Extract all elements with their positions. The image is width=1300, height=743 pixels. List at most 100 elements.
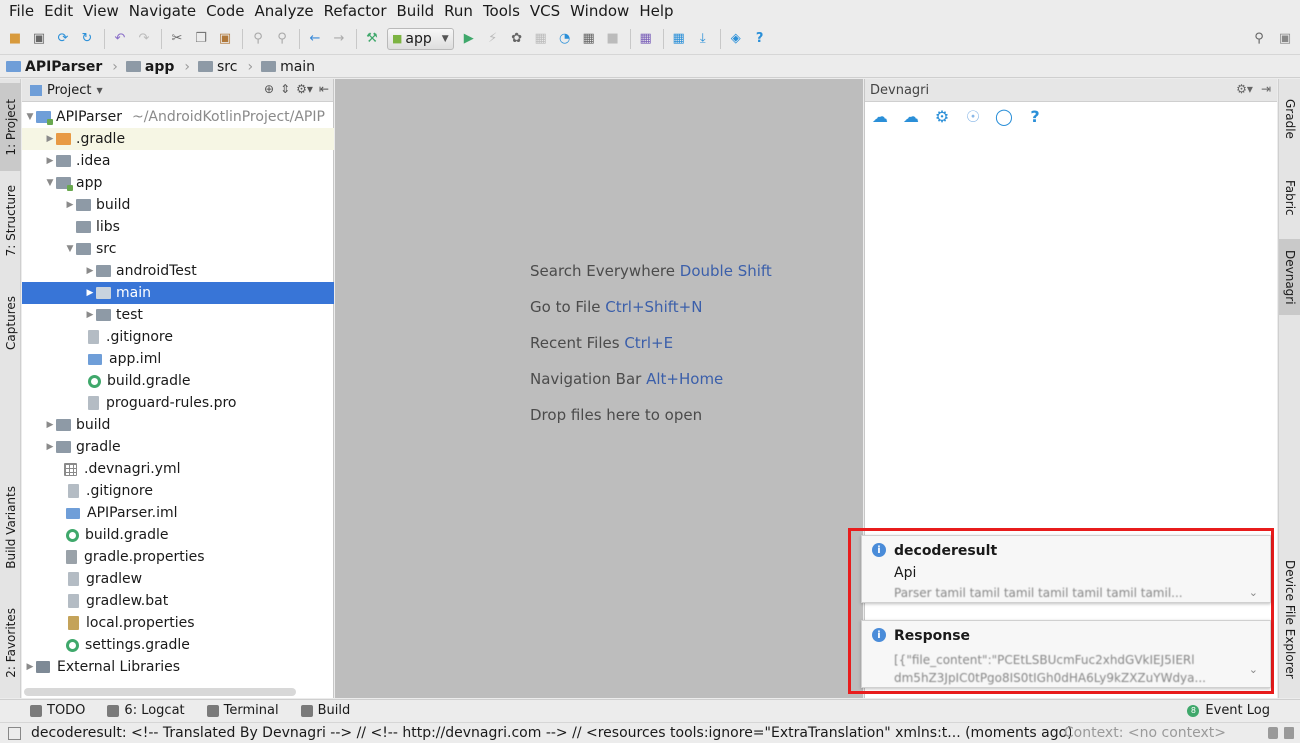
collapsed-arrow-icon[interactable]: ▶ [44,156,56,166]
tab-project[interactable]: 1: Project [0,83,21,171]
tree-node-gradlew[interactable]: gradlew [22,568,334,590]
tree-node-gradlew-bat[interactable]: gradlew.bat [22,590,334,612]
tree-node-app-build-gradle[interactable]: build.gradle [22,370,334,392]
copy-icon[interactable]: ❐ [192,30,210,48]
refresh-icon[interactable]: ↻ [78,30,96,48]
menu-help[interactable]: Help [634,1,678,21]
menu-edit[interactable]: Edit [39,1,78,21]
profile-icon[interactable]: ▦ [532,30,550,48]
back-icon[interactable]: ← [306,30,324,48]
avd-manager-icon[interactable]: ▦ [637,30,655,48]
tab-captures[interactable]: Captures [0,285,21,361]
tree-node-src[interactable]: ▼ src [22,238,334,260]
collapsed-arrow-icon[interactable]: ▶ [84,288,96,298]
tab-build[interactable]: Build [300,703,350,718]
find-icon[interactable]: ⚲ [249,30,267,48]
help-icon[interactable]: ? [751,30,769,48]
menu-view[interactable]: View [78,1,124,21]
tree-node-app-iml[interactable]: app.iml [22,348,334,370]
menu-file[interactable]: File [4,1,39,21]
tree-node-idea[interactable]: ▶ .idea [22,150,334,172]
sync-icon[interactable]: ◯ [995,107,1013,126]
tree-node-gradle-dir[interactable]: ▶ .gradle [22,128,334,150]
collapsed-arrow-icon[interactable]: ▶ [44,420,56,430]
breadcrumb-src[interactable]: src [198,59,237,75]
chevron-down-icon[interactable]: ⌄ [1249,586,1258,599]
menu-run[interactable]: Run [439,1,478,21]
collapsed-arrow-icon[interactable]: ▶ [44,442,56,452]
event-log-button[interactable]: 8 Event Log [1187,703,1270,718]
collapsed-arrow-icon[interactable]: ▶ [84,310,96,320]
tree-node-build-gradle[interactable]: build.gradle [22,524,334,546]
tree-node-apiparser[interactable]: ▼ APIParser ~/AndroidKotlinProject/APIP [22,106,334,128]
editor-area[interactable]: Search Everywhere Double Shift Go to Fil… [335,79,863,698]
save-icon[interactable]: ▣ [30,30,48,48]
tree-node-androidtest[interactable]: ▶ androidTest [22,260,334,282]
tree-node-app-gitignore[interactable]: .gitignore [22,326,334,348]
collapse-icon[interactable]: ⇕ [280,82,290,96]
menu-vcs[interactable]: VCS [525,1,565,21]
hide-panel-icon[interactable]: ⇥ [1261,82,1271,96]
gear-icon[interactable]: ⚙▾ [296,82,313,96]
paste-icon[interactable]: ▣ [216,30,234,48]
tree-node-main[interactable]: ▶ main [22,282,334,304]
tab-fabric[interactable]: Fabric [1279,165,1300,231]
expand-arrow-icon[interactable]: ▼ [44,178,56,188]
make-project-icon[interactable]: ⚒ [363,30,381,48]
tree-node-app[interactable]: ▼ app [22,172,334,194]
download-cloud-icon[interactable]: ☁ [902,107,920,126]
expand-arrow-icon[interactable]: ▼ [24,112,36,122]
open-folder-icon[interactable]: ■ [6,30,24,48]
menu-navigate[interactable]: Navigate [124,1,201,21]
tree-node-app-build[interactable]: ▶ build [22,194,334,216]
tree-node-test[interactable]: ▶ test [22,304,334,326]
tree-node-local-properties[interactable]: local.properties [22,612,334,634]
attach-debugger-icon[interactable]: ▦ [580,30,598,48]
tree-node-build[interactable]: ▶ build [22,414,334,436]
run-icon[interactable]: ▶ [460,30,478,48]
tree-node-proguard[interactable]: proguard-rules.pro [22,392,334,414]
replace-icon[interactable]: ⚲ [273,30,291,48]
hector-icon[interactable] [1284,727,1294,739]
tree-node-gradle[interactable]: ▶ gradle [22,436,334,458]
collapsed-arrow-icon[interactable]: ▶ [64,200,76,210]
tree-node-devnagri-yml[interactable]: .devnagri.yml [22,458,334,480]
collapsed-arrow-icon[interactable]: ▶ [24,662,36,672]
help-icon[interactable]: ? [1026,107,1044,126]
layers-icon[interactable]: ◈ [727,30,745,48]
debug-icon[interactable]: ✿ [508,30,526,48]
tab-favorites[interactable]: 2: Favorites [0,595,21,691]
hide-panel-icon[interactable]: ⇤ [319,82,329,96]
notification-response[interactable]: i Response [{"file_content":"PCEtLSBUcmF… [861,620,1271,688]
sync-icon[interactable]: ⟳ [54,30,72,48]
tab-logcat[interactable]: 6: Logcat [107,703,185,718]
tab-build-variants[interactable]: Build Variants [0,475,21,579]
cut-icon[interactable]: ✂ [168,30,186,48]
collapsed-arrow-icon[interactable]: ▶ [84,266,96,276]
tree-node-libs[interactable]: libs [22,216,334,238]
tab-structure[interactable]: 7: Structure [0,175,21,267]
coverage-icon[interactable]: ◔ [556,30,574,48]
toggle-tool-windows-icon[interactable] [8,726,21,740]
redo-icon[interactable]: ↷ [135,30,153,48]
run-configuration-select[interactable]: ■ app ▼ [387,27,454,50]
menu-analyze[interactable]: Analyze [249,1,318,21]
search-icon[interactable]: ⚲ [1250,30,1268,48]
gear-icon[interactable]: ⚙▾ [1236,82,1253,96]
collapsed-arrow-icon[interactable]: ▶ [44,134,56,144]
tab-device-file-explorer[interactable]: Device File Explorer [1279,547,1300,691]
tab-terminal[interactable]: Terminal [206,703,279,718]
locate-icon[interactable]: ⊕ [264,82,274,96]
tab-devnagri[interactable]: Devnagri [1279,239,1300,315]
expand-arrow-icon[interactable]: ▼ [64,244,76,254]
upload-cloud-icon[interactable]: ☁ [871,107,889,126]
breadcrumb-project[interactable]: APIParser [6,59,102,75]
chevron-down-icon[interactable]: ▼ [96,86,102,95]
sdk-manager-icon[interactable]: ⤓ [694,30,712,48]
horizontal-scrollbar[interactable] [24,688,296,696]
menu-tools[interactable]: Tools [478,1,525,21]
apply-changes-icon[interactable]: ⚡ [484,30,502,48]
tree-node-gitignore[interactable]: .gitignore [22,480,334,502]
menu-refactor[interactable]: Refactor [319,1,392,21]
forward-icon[interactable]: → [330,30,348,48]
